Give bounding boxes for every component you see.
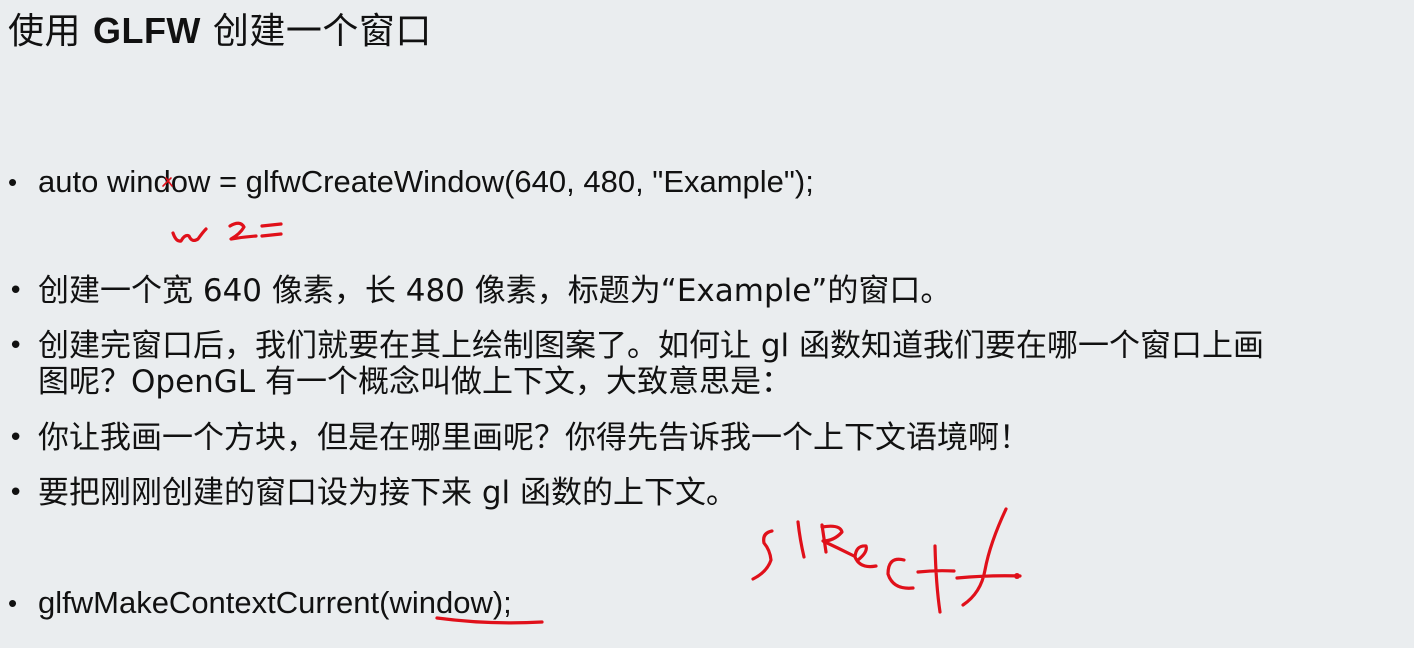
bullet-set-context: • 要把刚刚创建的窗口设为接下来 gl 函数的上下文。 <box>8 475 737 511</box>
title-bold: GLFW <box>92 10 201 51</box>
code-prefix: glfwMakeContextCurrent( <box>38 585 390 620</box>
bullet-text-line-2: 图呢？OpenGL 有一个概念叫做上下文，大致意思是： <box>38 364 792 400</box>
scribble-f <box>955 507 1022 607</box>
scribble-t <box>916 544 956 614</box>
bullet-dot: • <box>8 331 24 361</box>
scribble-c <box>886 557 915 590</box>
bullet-create-window: • auto window = glfwCreateWindow(640, 480… <box>8 164 814 200</box>
bullet-text: 要把刚刚创建的窗口设为接下来 gl 函数的上下文。 <box>38 475 737 511</box>
bullet-text: auto window = glfwCreateWindow(640, 480,… <box>38 164 814 199</box>
title-prefix: 使用 <box>8 11 93 52</box>
bullet-text: 创建一个宽 640 像素，长 480 像素，标题为“Example”的窗口。 <box>38 273 952 309</box>
scribble-w <box>171 227 208 243</box>
scribble-equals-top <box>260 222 283 228</box>
scribble-l <box>796 520 806 559</box>
scribble-dot <box>1014 573 1020 579</box>
pen-annotations <box>162 177 1022 625</box>
scribble-e <box>853 544 878 569</box>
code-suffix: ); <box>492 585 512 620</box>
bullet-dot: • <box>8 167 18 197</box>
bullet-window-size: • 创建一个宽 640 像素，长 480 像素，标题为“Example”的窗口。 <box>8 273 951 309</box>
slide-title: 使用 GLFW 创建一个窗口 <box>8 8 432 55</box>
bullet-text-line-1: 创建完窗口后，我们就要在其上绘制图案了。如何让 gl 函数知道我们要在哪一个窗口… <box>38 328 1264 364</box>
bullet-dot: • <box>8 478 24 508</box>
scribble-2 <box>228 221 258 241</box>
scribble-s <box>751 529 774 581</box>
bullet-dot: • <box>8 588 18 618</box>
slide: 使用 GLFW 创建一个窗口 • auto window = glfwCreate… <box>0 0 1414 648</box>
scribble-equals-bottom <box>260 232 283 238</box>
bullet-dot: • <box>8 276 24 306</box>
code-underlined-window: window <box>389 585 493 620</box>
scribble-r <box>820 523 856 558</box>
bullet-context-question: • 创建完窗口后，我们就要在其上绘制图案了。如何让 gl 函数知道我们要在哪一个窗… <box>8 328 1264 400</box>
bullet-dot: • <box>8 423 24 453</box>
bullet-make-context-current: • glfwMakeContextCurrent(window); <box>8 585 512 621</box>
bullet-text: 你让我画一个方块，但是在哪里画呢？你得先告诉我一个上下文语境啊！ <box>38 420 1030 456</box>
bullet-draw-square: • 你让我画一个方块，但是在哪里画呢？你得先告诉我一个上下文语境啊！ <box>8 420 1030 456</box>
title-suffix: 创建一个窗口 <box>200 11 432 52</box>
